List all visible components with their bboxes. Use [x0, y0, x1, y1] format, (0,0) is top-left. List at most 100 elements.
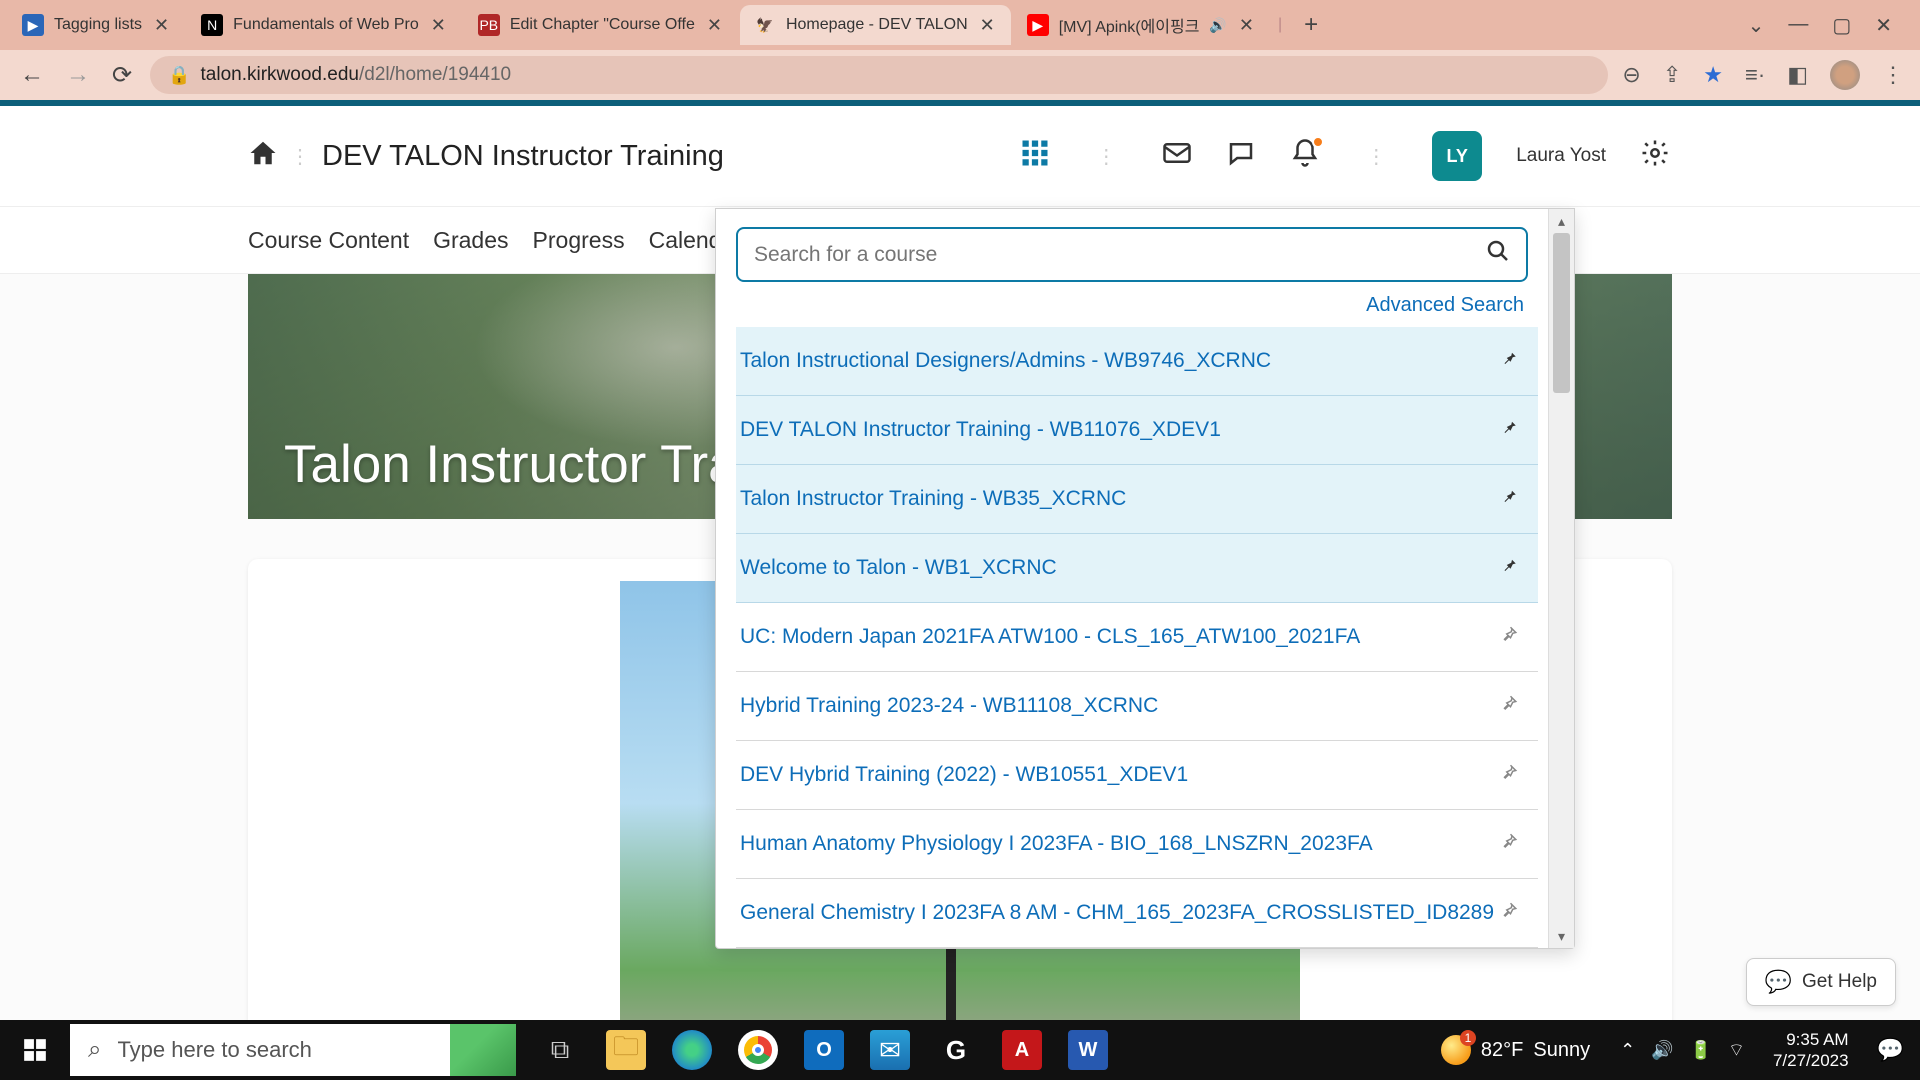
- course-row[interactable]: Welcome to Talon - WB1_XCRNC: [736, 534, 1538, 603]
- reload-button[interactable]: ⟳: [108, 57, 136, 94]
- course-row[interactable]: Human Anatomy Physiology I 2023FA - BIO_…: [736, 810, 1538, 879]
- chrome-profile-avatar[interactable]: [1830, 60, 1860, 90]
- volume-icon[interactable]: 🔊: [1651, 1040, 1673, 1061]
- forward-button[interactable]: →: [62, 57, 94, 93]
- scroll-up-icon[interactable]: ▴: [1549, 209, 1574, 233]
- scroll-down-icon[interactable]: ▾: [1549, 924, 1574, 948]
- course-row[interactable]: DEV TALON Instructor Training - WB11076_…: [736, 396, 1538, 465]
- battery-icon[interactable]: 🔋: [1690, 1040, 1712, 1061]
- minimize-button[interactable]: —: [1788, 13, 1808, 38]
- pin-icon[interactable]: [1500, 901, 1518, 925]
- chrome-icon[interactable]: [738, 1030, 778, 1070]
- pin-icon[interactable]: [1500, 556, 1518, 580]
- tray-chevron-icon[interactable]: ⌃: [1620, 1040, 1635, 1061]
- edge-icon[interactable]: [672, 1030, 712, 1070]
- settings-gear-icon[interactable]: [1640, 138, 1670, 175]
- taskbar-search[interactable]: ⌕ Type here to search: [70, 1024, 450, 1076]
- user-avatar-badge[interactable]: LY: [1432, 131, 1482, 181]
- reading-list-icon[interactable]: ≡·: [1745, 62, 1765, 88]
- course-nav-item[interactable]: Calend: [649, 227, 722, 254]
- course-row[interactable]: UC: Modern Japan 2021FA ATW100 - CLS_165…: [736, 603, 1538, 672]
- chrome-menu-icon[interactable]: ⋮: [1882, 62, 1904, 88]
- pin-icon[interactable]: [1500, 625, 1518, 649]
- url-input[interactable]: 🔒 talon.kirkwood.edu/d2l/home/194410: [150, 56, 1608, 94]
- browser-tab[interactable]: PBEdit Chapter "Course Offe✕: [464, 5, 738, 45]
- start-button[interactable]: [0, 1020, 70, 1080]
- browser-tab[interactable]: ▶Tagging lists✕: [8, 5, 185, 45]
- course-nav-item[interactable]: Course Content: [248, 227, 409, 254]
- mail-icon[interactable]: ✉: [870, 1030, 910, 1070]
- taskbar-widget-icon[interactable]: [450, 1024, 516, 1076]
- course-link[interactable]: Talon Instructor Training - WB35_XCRNC: [740, 487, 1126, 511]
- pin-icon[interactable]: [1500, 487, 1518, 511]
- maximize-button[interactable]: ▢: [1832, 13, 1851, 38]
- course-link[interactable]: Welcome to Talon - WB1_XCRNC: [740, 556, 1057, 580]
- browser-tab[interactable]: 🦅Homepage - DEV TALON✕: [740, 5, 1011, 45]
- user-name-label[interactable]: Laura Yost: [1516, 145, 1606, 167]
- side-panel-icon[interactable]: ◧: [1787, 62, 1808, 88]
- course-row[interactable]: General Chemistry I 2023FA 8 AM - CHM_16…: [736, 879, 1538, 948]
- search-icon[interactable]: [1486, 239, 1510, 270]
- task-view-icon[interactable]: ⧉: [540, 1030, 580, 1070]
- course-link[interactable]: DEV TALON Instructor Training - WB11076_…: [740, 418, 1221, 442]
- course-search-input[interactable]: [754, 243, 1486, 267]
- action-center-icon[interactable]: 💬: [1861, 1037, 1920, 1063]
- pin-icon[interactable]: [1500, 349, 1518, 373]
- scroll-thumb[interactable]: [1553, 233, 1570, 393]
- notification-dot: [1312, 136, 1324, 148]
- new-tab-button[interactable]: +: [1290, 11, 1332, 39]
- browser-tab[interactable]: ▶[MV] Apink(에이핑크🔊✕: [1013, 5, 1270, 45]
- tab-audio-icon[interactable]: 🔊: [1209, 17, 1226, 34]
- close-window-button[interactable]: ✕: [1875, 13, 1892, 38]
- tab-close-icon[interactable]: ✕: [429, 13, 448, 38]
- course-row[interactable]: DEV Hybrid Training (2022) - WB10551_XDE…: [736, 741, 1538, 810]
- course-link[interactable]: Hybrid Training 2023-24 - WB11108_XCRNC: [740, 694, 1158, 718]
- taskbar-clock[interactable]: 9:35 AM 7/27/2023: [1761, 1029, 1861, 1072]
- tab-close-icon[interactable]: ✕: [978, 13, 997, 38]
- hero-title: Talon Instructor Trai: [284, 434, 749, 495]
- course-link[interactable]: General Chemistry I 2023FA 8 AM - CHM_16…: [740, 901, 1494, 925]
- tab-close-icon[interactable]: ✕: [705, 13, 724, 38]
- course-row[interactable]: Talon Instructional Designers/Admins - W…: [736, 327, 1538, 396]
- pin-icon[interactable]: [1500, 832, 1518, 856]
- pin-icon[interactable]: [1500, 694, 1518, 718]
- subscriptions-icon[interactable]: [1226, 138, 1256, 175]
- dropdown-scrollbar[interactable]: ▴ ▾: [1548, 209, 1574, 948]
- course-link[interactable]: Talon Instructional Designers/Admins - W…: [740, 349, 1271, 373]
- outlook-icon[interactable]: O: [804, 1030, 844, 1070]
- wifi-icon[interactable]: ⌔: [1728, 1039, 1745, 1062]
- get-help-button[interactable]: 💬 Get Help: [1746, 958, 1896, 1006]
- pin-icon[interactable]: [1500, 763, 1518, 787]
- pin-icon[interactable]: [1500, 418, 1518, 442]
- course-link[interactable]: Human Anatomy Physiology I 2023FA - BIO_…: [740, 832, 1373, 856]
- course-link[interactable]: DEV Hybrid Training (2022) - WB10551_XDE…: [740, 763, 1188, 787]
- word-icon[interactable]: W: [1068, 1030, 1108, 1070]
- advanced-search-link[interactable]: Advanced Search: [1366, 294, 1524, 316]
- acrobat-icon[interactable]: A: [1002, 1030, 1042, 1070]
- zoom-icon[interactable]: ⊖: [1622, 62, 1640, 88]
- course-search-box[interactable]: [736, 227, 1528, 282]
- course-nav-item[interactable]: Grades: [433, 227, 508, 254]
- course-row[interactable]: Hybrid Training 2023-24 - WB11108_XCRNC: [736, 672, 1538, 741]
- notifications-icon[interactable]: [1290, 138, 1320, 175]
- back-button[interactable]: ←: [16, 57, 48, 93]
- weather-cond: Sunny: [1533, 1039, 1590, 1062]
- messages-icon[interactable]: [1162, 138, 1192, 175]
- logitech-icon[interactable]: G: [936, 1030, 976, 1070]
- course-nav-item[interactable]: Progress: [533, 227, 625, 254]
- share-icon[interactable]: ⇪: [1663, 62, 1681, 88]
- home-icon[interactable]: [248, 138, 278, 175]
- tab-title: [MV] Apink(에이핑크: [1059, 13, 1200, 37]
- weather-widget[interactable]: 82°F Sunny: [1427, 1035, 1604, 1065]
- course-link[interactable]: UC: Modern Japan 2021FA ATW100 - CLS_165…: [740, 625, 1360, 649]
- course-row[interactable]: Talon Instructor Training - WB35_XCRNC: [736, 465, 1538, 534]
- browser-tab[interactable]: NFundamentals of Web Pro✕: [187, 5, 462, 45]
- tabs-dropdown-icon[interactable]: ⌄: [1748, 13, 1765, 38]
- course-selector-icon[interactable]: [1020, 138, 1050, 175]
- tab-close-icon[interactable]: ✕: [1237, 13, 1256, 38]
- bookmark-star-icon[interactable]: ★: [1703, 62, 1723, 88]
- tab-close-icon[interactable]: ✕: [152, 13, 171, 38]
- system-tray[interactable]: ⌃ 🔊 🔋 ⌔: [1604, 1039, 1761, 1062]
- course-title[interactable]: DEV TALON Instructor Training: [322, 140, 724, 173]
- file-explorer-icon[interactable]: 🗀: [606, 1030, 646, 1070]
